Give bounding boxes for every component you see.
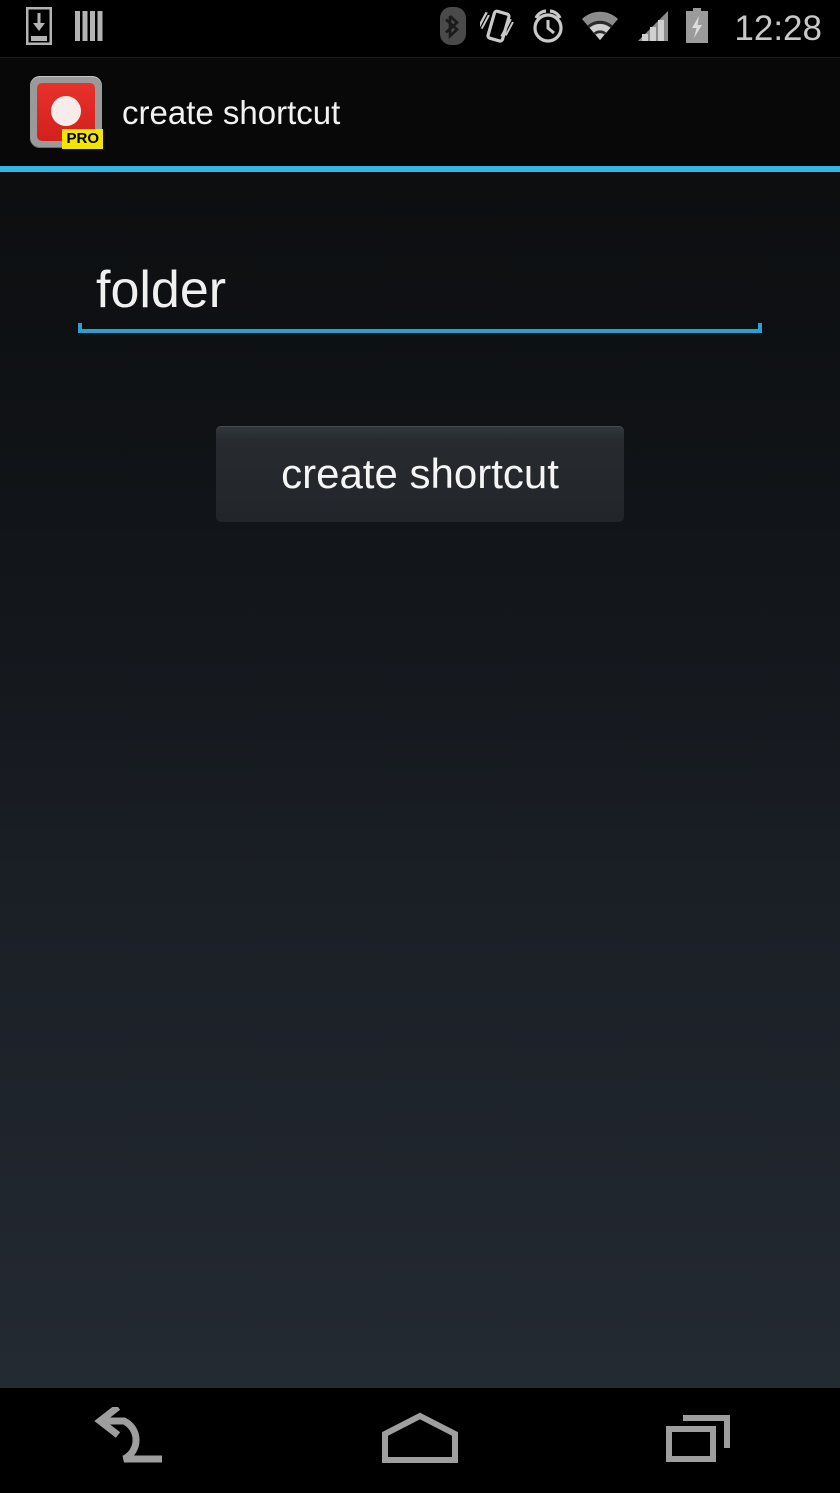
nav-recents-button[interactable] [560,1388,840,1493]
bars-icon [74,9,104,48]
nav-home-button[interactable] [280,1388,560,1493]
status-bar: 12:28 [0,0,840,57]
input-underline [78,323,762,333]
action-bar: PRO create shortcut [0,58,840,166]
battery-charging-icon [684,8,710,49]
recent-apps-icon [665,1410,735,1471]
vibrate-icon [476,7,516,50]
status-bar-left-icons [25,6,104,50]
cell-signal-icon [634,10,670,47]
bluetooth-icon [440,7,467,50]
android-screen: 12:28 PRO create shortcut create shortcu… [0,0,840,1493]
status-bar-right-icons: 12:28 [440,7,822,50]
alarm-icon [530,7,566,50]
create-shortcut-button[interactable]: create shortcut [216,426,624,522]
record-dot-icon [51,96,81,126]
status-bar-clock: 12:28 [734,9,822,48]
home-pentagon-icon [381,1412,459,1469]
nav-back-button[interactable] [0,1388,280,1493]
back-arrow-icon [90,1404,190,1474]
app-icon-record-pro[interactable]: PRO [30,76,103,149]
wifi-icon [580,10,620,47]
main-content: create shortcut [0,172,840,1388]
page-title: create shortcut [122,93,341,131]
download-icon [25,6,53,50]
navigation-bar [0,1388,840,1493]
folder-name-field-wrapper [78,254,762,334]
folder-name-input[interactable] [78,254,762,326]
pro-badge: PRO [62,129,103,149]
